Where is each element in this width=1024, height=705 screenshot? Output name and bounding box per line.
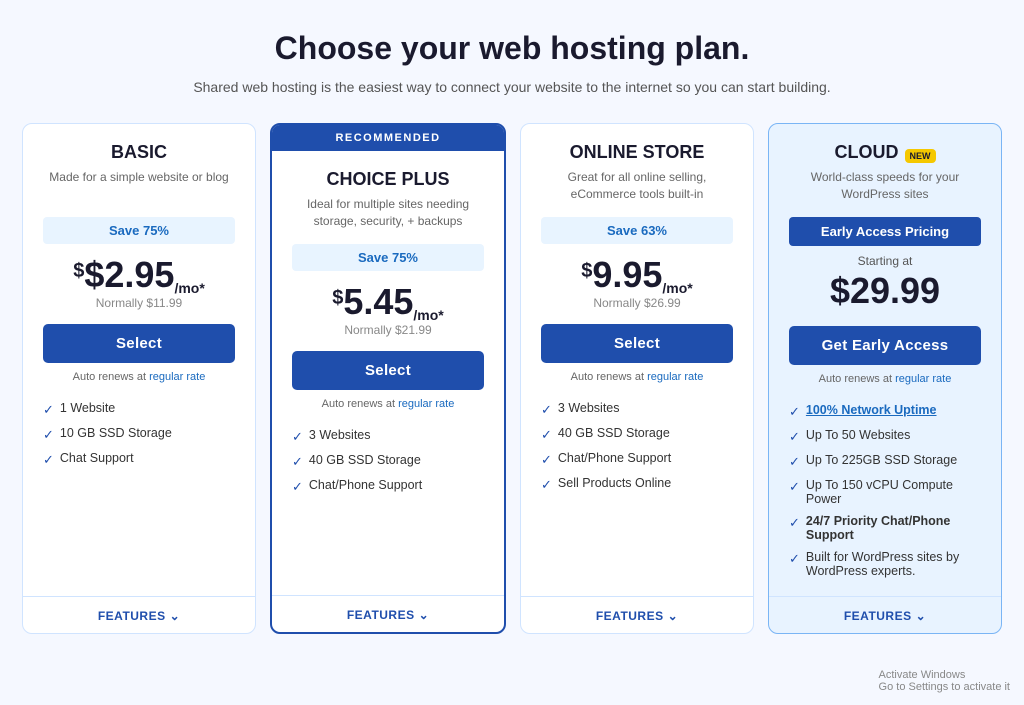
plan-online-store-normal: Normally $26.99 bbox=[541, 296, 733, 310]
check-icon: ✓ bbox=[789, 551, 800, 567]
list-item: ✓Chat/Phone Support bbox=[292, 474, 484, 499]
check-icon: ✓ bbox=[292, 479, 303, 495]
check-icon: ✓ bbox=[43, 427, 54, 443]
chevron-down-icon: ⌄ bbox=[419, 608, 430, 622]
plan-cloud-starting-at: Starting at bbox=[789, 254, 981, 268]
plan-cloud-autorenew: Auto renews at regular rate bbox=[789, 373, 981, 385]
check-icon: ✓ bbox=[789, 404, 800, 420]
chevron-down-icon: ⌄ bbox=[668, 609, 679, 623]
check-icon: ✓ bbox=[292, 429, 303, 445]
plan-basic-features: ✓1 Website ✓10 GB SSD Storage ✓Chat Supp… bbox=[43, 397, 235, 582]
plan-choice-plus-unit: /mo* bbox=[413, 307, 443, 323]
list-item: ✓Sell Products Online bbox=[541, 472, 733, 497]
plan-choice-plus-save: Save 75% bbox=[292, 244, 484, 271]
list-item: ✓3 Websites bbox=[292, 424, 484, 449]
plan-basic-amount: $2.95 bbox=[84, 254, 174, 295]
uptime-link[interactable]: 100% Network Uptime bbox=[806, 403, 937, 417]
chevron-down-icon: ⌄ bbox=[916, 609, 927, 623]
plan-basic-name: BASIC bbox=[43, 142, 235, 163]
check-icon: ✓ bbox=[789, 479, 800, 495]
check-icon: ✓ bbox=[541, 477, 552, 493]
check-icon: ✓ bbox=[43, 452, 54, 468]
list-item: ✓Up To 225GB SSD Storage bbox=[789, 449, 981, 474]
list-item: ✓3 Websites bbox=[541, 397, 733, 422]
plan-basic-unit: /mo* bbox=[174, 280, 204, 296]
plan-cloud-desc: World-class speeds for your WordPress si… bbox=[789, 169, 981, 205]
list-item: ✓40 GB SSD Storage bbox=[541, 422, 733, 447]
plan-online-store: ONLINE STORE Great for all online sellin… bbox=[520, 123, 754, 634]
plan-choice-plus-name: CHOICE PLUS bbox=[292, 169, 484, 190]
list-item: ✓Up To 150 vCPU Compute Power bbox=[789, 474, 981, 510]
check-icon: ✓ bbox=[541, 452, 552, 468]
plan-basic-rate-link[interactable]: regular rate bbox=[149, 371, 205, 383]
plan-choice-plus-amount: 5.45 bbox=[343, 281, 413, 322]
plan-online-store-save: Save 63% bbox=[541, 217, 733, 244]
plan-online-store-rate-link[interactable]: regular rate bbox=[647, 371, 703, 383]
plan-online-store-unit: /mo* bbox=[662, 280, 692, 296]
list-item: ✓24/7 Priority Chat/Phone Support bbox=[789, 510, 981, 546]
plan-basic-autorenew: Auto renews at regular rate bbox=[43, 371, 235, 383]
recommended-badge: RECOMMENDED bbox=[272, 125, 504, 151]
plans-container: BASIC Made for a simple website or blog … bbox=[22, 123, 1002, 634]
check-icon: ✓ bbox=[541, 402, 552, 418]
plan-cloud: CLOUD NEW World-class speeds for your Wo… bbox=[768, 123, 1002, 634]
chevron-down-icon: ⌄ bbox=[170, 609, 181, 623]
plan-choice-plus-features: ✓3 Websites ✓40 GB SSD Storage ✓Chat/Pho… bbox=[292, 424, 484, 581]
plan-cloud-select[interactable]: Get Early Access bbox=[789, 326, 981, 365]
check-icon: ✓ bbox=[789, 515, 800, 531]
plan-basic-price: $$2.95/mo* Normally $11.99 bbox=[43, 254, 235, 310]
plan-choice-plus-price: $5.45/mo* Normally $21.99 bbox=[292, 281, 484, 337]
plan-basic-desc: Made for a simple website or blog bbox=[43, 169, 235, 205]
list-item: ✓Up To 50 Websites bbox=[789, 424, 981, 449]
check-icon: ✓ bbox=[43, 402, 54, 418]
plan-online-store-autorenew: Auto renews at regular rate bbox=[541, 371, 733, 383]
plan-online-store-name: ONLINE STORE bbox=[541, 142, 733, 163]
list-item: ✓40 GB SSD Storage bbox=[292, 449, 484, 474]
plan-choice-plus-autorenew: Auto renews at regular rate bbox=[292, 398, 484, 410]
page-title: Choose your web hosting plan. bbox=[275, 30, 750, 67]
plan-online-store-desc: Great for all online selling, eCommerce … bbox=[541, 169, 733, 205]
plan-choice-plus-select[interactable]: Select bbox=[292, 351, 484, 390]
plan-choice-plus-desc: Ideal for multiple sites needing storage… bbox=[292, 196, 484, 232]
plan-cloud-price: Starting at $29.99 bbox=[789, 254, 981, 312]
check-icon: ✓ bbox=[789, 454, 800, 470]
plan-basic-save: Save 75% bbox=[43, 217, 235, 244]
plan-cloud-name-wrapper: CLOUD NEW bbox=[789, 142, 981, 169]
list-item: ✓10 GB SSD Storage bbox=[43, 422, 235, 447]
plan-online-store-amount: 9.95 bbox=[592, 254, 662, 295]
list-item: ✓ 100% Network Uptime bbox=[789, 399, 981, 424]
list-item: ✓1 Website bbox=[43, 397, 235, 422]
plan-online-store-select[interactable]: Select bbox=[541, 324, 733, 363]
plan-choice-plus-normal: Normally $21.99 bbox=[292, 323, 484, 337]
plan-basic-select[interactable]: Select bbox=[43, 324, 235, 363]
plan-basic-footer[interactable]: FEATURES ⌄ bbox=[23, 596, 255, 633]
list-item: ✓Built for WordPress sites by WordPress … bbox=[789, 546, 981, 582]
plan-cloud-footer[interactable]: FEATURES ⌄ bbox=[769, 596, 1001, 633]
check-icon: ✓ bbox=[789, 429, 800, 445]
plan-cloud-features: ✓100% Network Uptime ✓Up To 50 Websites … bbox=[789, 399, 981, 582]
plan-cloud-name: CLOUD bbox=[835, 142, 899, 163]
plan-choice-plus-rate-link[interactable]: regular rate bbox=[398, 398, 454, 410]
plan-cloud-amount: $29.99 bbox=[789, 270, 981, 312]
plan-basic-normal: Normally $11.99 bbox=[43, 296, 235, 310]
list-item: ✓Chat/Phone Support bbox=[541, 447, 733, 472]
plan-online-store-footer[interactable]: FEATURES ⌄ bbox=[521, 596, 753, 633]
plan-online-store-price: $9.95/mo* Normally $26.99 bbox=[541, 254, 733, 310]
plan-basic: BASIC Made for a simple website or blog … bbox=[22, 123, 256, 634]
plan-choice-plus: RECOMMENDED CHOICE PLUS Ideal for multip… bbox=[270, 123, 506, 634]
activate-watermark: Activate Windows Go to Settings to activ… bbox=[879, 669, 1010, 693]
plan-choice-plus-footer[interactable]: FEATURES ⌄ bbox=[272, 595, 504, 632]
list-item: ✓Chat Support bbox=[43, 447, 235, 472]
new-badge: NEW bbox=[905, 149, 936, 163]
plan-online-store-features: ✓3 Websites ✓40 GB SSD Storage ✓Chat/Pho… bbox=[541, 397, 733, 582]
plan-cloud-rate-link[interactable]: regular rate bbox=[895, 373, 951, 385]
plan-cloud-early-access: Early Access Pricing bbox=[789, 217, 981, 246]
check-icon: ✓ bbox=[292, 454, 303, 470]
check-icon: ✓ bbox=[541, 427, 552, 443]
page-subtitle: Shared web hosting is the easiest way to… bbox=[193, 79, 830, 95]
